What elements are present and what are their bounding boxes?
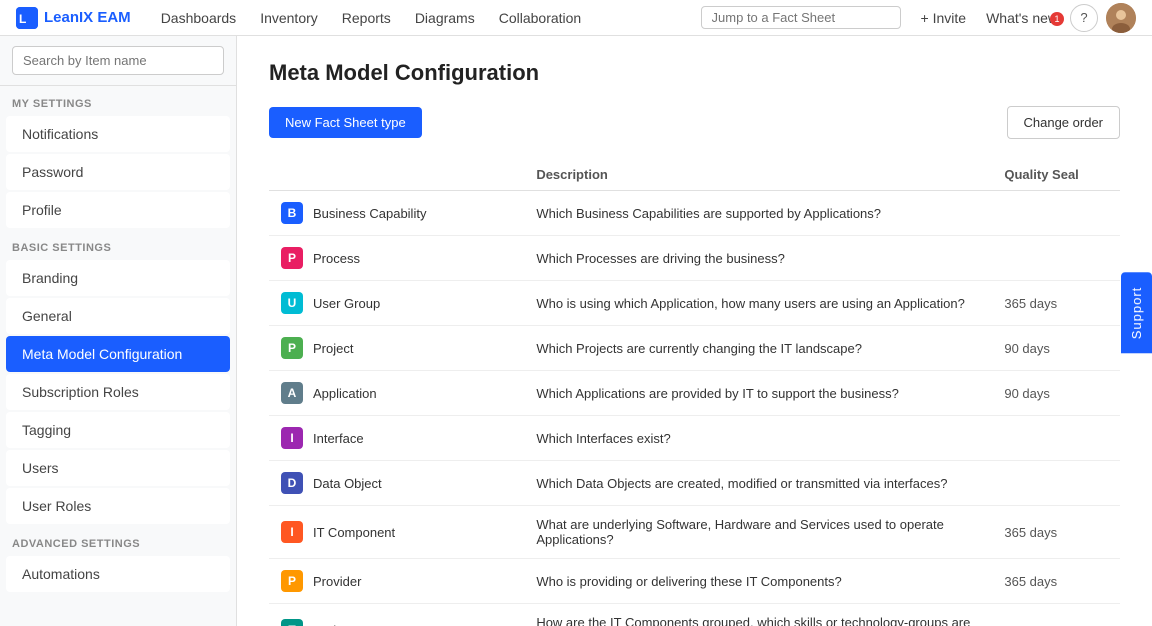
row-qs-2: 365 days [992, 281, 1120, 326]
row-qs-9 [992, 604, 1120, 626]
row-name-1: Process [313, 251, 360, 266]
row-name-0: Business Capability [313, 206, 426, 221]
row-desc-0: Which Business Capabilities are supporte… [524, 191, 992, 236]
row-icon-8: P [281, 570, 303, 592]
main-content: Meta Model Configuration New Fact Sheet … [237, 36, 1152, 626]
row-name-8: Provider [313, 574, 361, 589]
row-icon-6: D [281, 472, 303, 494]
row-qs-1 [992, 236, 1120, 281]
logo[interactable]: L LeanIX EAM [16, 7, 131, 29]
sidebar-item-meta-model[interactable]: Meta Model Configuration [6, 336, 230, 372]
jump-search-input[interactable] [701, 6, 901, 29]
sidebar: MY SETTINGS Notifications Password Profi… [0, 36, 237, 626]
row-name-6: Data Object [313, 476, 382, 491]
nav-collaboration[interactable]: Collaboration [489, 0, 592, 36]
logo-icon: L [16, 7, 38, 29]
sidebar-item-users[interactable]: Users [6, 450, 230, 486]
sidebar-item-subscription-roles[interactable]: Subscription Roles [6, 374, 230, 410]
help-button[interactable]: ? [1070, 4, 1098, 32]
row-qs-3: 90 days [992, 326, 1120, 371]
row-icon-1: P [281, 247, 303, 269]
sidebar-search-input[interactable] [12, 46, 224, 75]
logo-text: LeanIX EAM [44, 9, 131, 26]
svg-text:L: L [19, 12, 26, 26]
table-row[interactable]: P Provider Who is providing or deliverin… [269, 559, 1120, 604]
row-desc-6: Which Data Objects are created, modified… [524, 461, 992, 506]
table-row[interactable]: A Application Which Applications are pro… [269, 371, 1120, 416]
sidebar-item-general[interactable]: General [6, 298, 230, 334]
table-row[interactable]: B Business Capability Which Business Cap… [269, 191, 1120, 236]
section-basic-settings: BASIC SETTINGS [0, 230, 236, 258]
sidebar-item-tagging[interactable]: Tagging [6, 412, 230, 448]
row-icon-3: P [281, 337, 303, 359]
toolbar: New Fact Sheet type Change order [269, 106, 1120, 139]
sidebar-item-automations[interactable]: Automations [6, 556, 230, 592]
row-name-4: Application [313, 386, 377, 401]
table-row[interactable]: P Process Which Processes are driving th… [269, 236, 1120, 281]
nav-dashboards[interactable]: Dashboards [151, 0, 247, 36]
layout: MY SETTINGS Notifications Password Profi… [0, 36, 1152, 626]
invite-button[interactable]: + Invite [913, 10, 975, 26]
table-row[interactable]: I Interface Which Interfaces exist? [269, 416, 1120, 461]
row-icon-4: A [281, 382, 303, 404]
row-desc-8: Who is providing or delivering these IT … [524, 559, 992, 604]
row-name-9: Tech Category [313, 623, 397, 626]
row-icon-0: B [281, 202, 303, 224]
sidebar-item-password[interactable]: Password [6, 154, 230, 190]
table-row[interactable]: U User Group Who is using which Applicat… [269, 281, 1120, 326]
row-desc-1: Which Processes are driving the business… [524, 236, 992, 281]
row-name-7: IT Component [313, 525, 395, 540]
section-advanced-settings: ADVANCED SETTINGS [0, 526, 236, 554]
table-row[interactable]: T Tech Category How are the IT Component… [269, 604, 1120, 626]
row-qs-6 [992, 461, 1120, 506]
new-fact-sheet-button[interactable]: New Fact Sheet type [269, 107, 422, 138]
sidebar-item-branding[interactable]: Branding [6, 260, 230, 296]
section-my-settings: MY SETTINGS [0, 86, 236, 114]
col-header-quality-seal: Quality Seal [992, 159, 1120, 191]
change-order-button[interactable]: Change order [1007, 106, 1121, 139]
row-qs-8: 365 days [992, 559, 1120, 604]
whats-new-badge: 1 [1050, 12, 1064, 26]
sidebar-item-profile[interactable]: Profile [6, 192, 230, 228]
sidebar-item-notifications[interactable]: Notifications [6, 116, 230, 152]
row-name-3: Project [313, 341, 353, 356]
page-title: Meta Model Configuration [269, 60, 1120, 86]
row-desc-5: Which Interfaces exist? [524, 416, 992, 461]
whats-new-button[interactable]: What's new 1 [978, 10, 1066, 26]
row-icon-7: I [281, 521, 303, 543]
table-row[interactable]: D Data Object Which Data Objects are cre… [269, 461, 1120, 506]
sidebar-item-user-roles[interactable]: User Roles [6, 488, 230, 524]
nav-diagrams[interactable]: Diagrams [405, 0, 485, 36]
row-icon-9: T [281, 619, 303, 626]
row-icon-2: U [281, 292, 303, 314]
table-row[interactable]: I IT Component What are underlying Softw… [269, 506, 1120, 559]
row-desc-9: How are the IT Components grouped, which… [524, 604, 992, 626]
row-qs-0 [992, 191, 1120, 236]
row-qs-7: 365 days [992, 506, 1120, 559]
fact-sheet-table: Description Quality Seal B Business Capa… [269, 159, 1120, 626]
row-desc-2: Who is using which Application, how many… [524, 281, 992, 326]
nav-reports[interactable]: Reports [332, 0, 401, 36]
row-icon-5: I [281, 427, 303, 449]
row-desc-3: Which Projects are currently changing th… [524, 326, 992, 371]
row-name-5: Interface [313, 431, 364, 446]
user-avatar[interactable] [1106, 3, 1136, 33]
row-desc-7: What are underlying Software, Hardware a… [524, 506, 992, 559]
sidebar-search-container [0, 36, 236, 86]
row-desc-4: Which Applications are provided by IT to… [524, 371, 992, 416]
col-header-name [269, 159, 524, 191]
row-name-2: User Group [313, 296, 380, 311]
col-header-desc: Description [524, 159, 992, 191]
nav-inventory[interactable]: Inventory [250, 0, 328, 36]
support-button[interactable]: Support [1121, 273, 1152, 354]
table-row[interactable]: P Project Which Projects are currently c… [269, 326, 1120, 371]
row-qs-4: 90 days [992, 371, 1120, 416]
row-qs-5 [992, 416, 1120, 461]
top-navigation: L LeanIX EAM Dashboards Inventory Report… [0, 0, 1152, 36]
